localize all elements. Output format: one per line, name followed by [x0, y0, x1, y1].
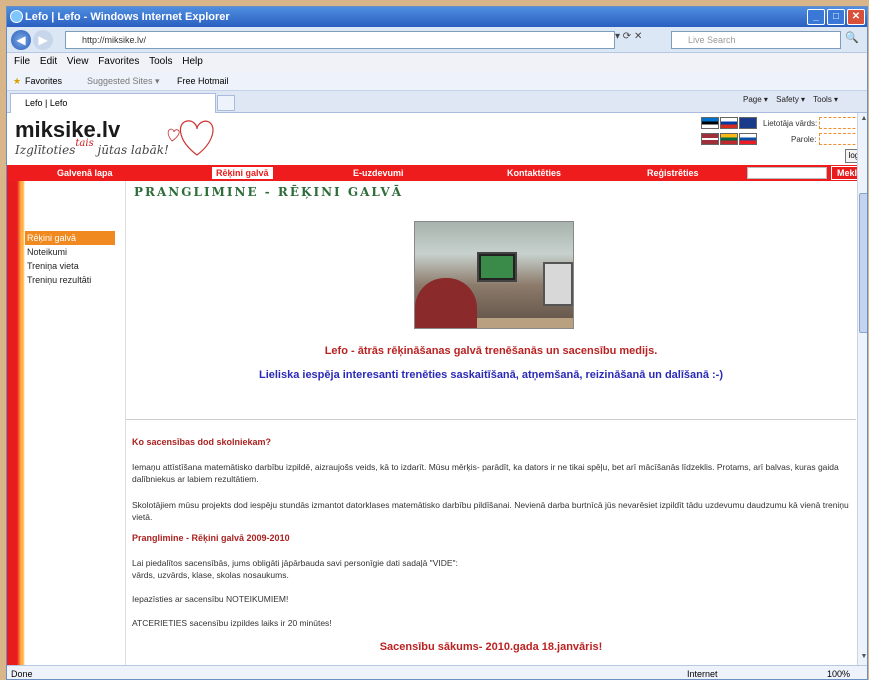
sidebar-item-results[interactable]: Treniņu rezultāti — [25, 273, 115, 287]
url-input[interactable]: http://miksike.lv/ — [65, 31, 615, 49]
back-button[interactable]: ◀ — [11, 30, 31, 50]
hotmail-link[interactable]: Free Hotmail — [177, 76, 229, 86]
favorites-button[interactable]: Favorites — [25, 76, 62, 86]
star-icon: ★ — [13, 76, 22, 86]
scroll-thumb[interactable] — [859, 193, 867, 333]
language-flags — [701, 117, 759, 147]
new-tab-button[interactable] — [217, 95, 235, 111]
flag-russia[interactable] — [720, 117, 738, 129]
classroom-photo — [414, 221, 574, 329]
flag-lithuania[interactable] — [720, 133, 738, 145]
paragraph-2: Skolotājiem mūsu projekts dod iespēju st… — [132, 500, 849, 522]
scroll-down-icon[interactable]: ▼ — [859, 653, 867, 663]
scroll-up-icon[interactable]: ▲ — [859, 115, 867, 125]
site-slogan: Izglītotiestais jūtas labāk! — [15, 138, 169, 157]
status-text: Done — [11, 669, 33, 679]
menu-favorites[interactable]: Favorites — [98, 56, 139, 67]
window-title: Lefo | Lefo - Windows Internet Explorer — [25, 11, 230, 23]
nav-contact[interactable]: Kontaktēties — [507, 168, 561, 178]
page-viewport: miksike.lv Izglītotiestais jūtas labāk! … — [7, 113, 867, 665]
menu-edit[interactable]: Edit — [40, 56, 57, 67]
paragraph-5: ATCERIETIES sacensību izpildes laiks ir … — [132, 618, 332, 628]
start-date: Sacensību sākums- 2010.gada 18.janvāris! — [379, 641, 603, 653]
menu-tools[interactable]: Tools — [149, 56, 172, 67]
tools-menu[interactable]: Tools ▾ — [813, 95, 838, 104]
nav-mental-math[interactable]: Rēķini galvā — [212, 167, 273, 179]
status-bar: Done Internet 100% — [7, 665, 867, 679]
forward-button[interactable]: ▶ — [33, 30, 53, 50]
flag-uk[interactable] — [739, 117, 757, 129]
season-heading: Pranglimine - Rēķini galvā 2009-2010 — [132, 533, 290, 543]
slogan-tais: tais — [75, 138, 94, 149]
command-bar: Page ▾ Safety ▾ Tools ▾ — [743, 95, 844, 104]
sidebar-nav: Rēķini galvā Noteikumi Treniņa vieta Tre… — [25, 231, 115, 287]
question-heading: Ko sacensības dod skolniekam? — [132, 437, 272, 447]
nav-home[interactable]: Galvenā lapa — [57, 168, 113, 178]
favorites-bar: ★ Favorites Suggested Sites ▾ Free Hotma… — [7, 71, 867, 91]
nav-register[interactable]: Reģistrēties — [647, 168, 699, 178]
zoom-level[interactable]: 100% — [827, 669, 850, 679]
photo-screen — [481, 256, 513, 278]
title-bar: Lefo | Lefo - Windows Internet Explorer … — [7, 7, 867, 27]
flag-latvia[interactable] — [701, 133, 719, 145]
flag-slovenia[interactable] — [739, 133, 757, 145]
paragraph-3b: vārds, uzvārds, klase, skolas nosaukums. — [132, 570, 289, 580]
divider — [126, 419, 856, 420]
sidebar-item-mental-math[interactable]: Rēķini galvā — [25, 231, 115, 245]
vertical-scrollbar[interactable]: ▲ ▼ — [857, 113, 867, 665]
site-logo[interactable]: miksike.lv — [15, 117, 120, 143]
tab-bar: Lefo | Lefo Page ▾ Safety ▾ Tools ▾ — [7, 91, 867, 113]
close-button[interactable]: ✕ — [847, 9, 865, 25]
address-bar: ◀ ▶ http://miksike.lv/ ▾ ⟳ ✕ Live Search… — [7, 27, 867, 53]
password-label: Parole: — [791, 135, 817, 144]
minimize-button[interactable]: _ — [807, 9, 825, 25]
browser-window: Lefo | Lefo - Windows Internet Explorer … — [6, 6, 868, 680]
paragraph-1: Iemaņu attīstīšana matemātisko darbību i… — [132, 462, 839, 484]
main-nav: Galvenā lapa Rēķini galvā E-uzdevumi Kon… — [7, 165, 867, 181]
lead-text-1: Lefo - ātrās rēķināšanas galvā trenēšanā… — [324, 345, 658, 357]
tab-lefo[interactable]: Lefo | Lefo — [10, 93, 216, 113]
paragraph-4: Iepazīsties ar sacensību NOTEIKUMIEM! — [132, 594, 289, 604]
menu-bar: File Edit View Favorites Tools Help — [7, 53, 867, 71]
sidebar-item-rules[interactable]: Noteikumi — [25, 245, 115, 259]
main-content: PRANGLIMINE - RĒĶINI GALVĀ Lefo - ātrās … — [125, 181, 856, 665]
lead-text-2: Lieliska iespēja interesanti trenēties s… — [258, 369, 724, 381]
suggested-sites[interactable]: Suggested Sites ▾ — [87, 76, 160, 87]
search-icon[interactable]: 🔍 — [845, 31, 859, 44]
photo-monitor-2 — [543, 262, 573, 306]
menu-help[interactable]: Help — [182, 56, 203, 67]
nav-e-tasks[interactable]: E-uzdevumi — [353, 168, 404, 178]
search-input[interactable]: Live Search — [671, 31, 841, 49]
paragraph-3a: Lai piedalītos sacensībās, jums obligāti… — [132, 558, 458, 568]
maximize-button[interactable]: □ — [827, 9, 845, 25]
safety-menu[interactable]: Safety ▾ — [776, 95, 805, 104]
menu-file[interactable]: File — [14, 56, 30, 67]
page-menu[interactable]: Page ▾ — [743, 95, 768, 104]
site-search-input[interactable] — [747, 167, 827, 179]
page-title: PRANGLIMINE - RĒĶINI GALVĀ — [134, 185, 404, 199]
sidebar-item-training[interactable]: Treniņa vieta — [25, 259, 115, 273]
flag-estonia[interactable] — [701, 117, 719, 129]
heart-logo — [167, 120, 214, 156]
slogan-part-a: Izglītoties — [15, 143, 76, 157]
ie-icon — [10, 10, 23, 23]
address-actions[interactable]: ▾ ⟳ ✕ — [615, 31, 642, 42]
menu-view[interactable]: View — [67, 56, 89, 67]
username-label: Lietotāja vārds: — [763, 119, 818, 128]
zone-indicator: Internet — [687, 669, 718, 679]
photo-student — [415, 278, 477, 328]
